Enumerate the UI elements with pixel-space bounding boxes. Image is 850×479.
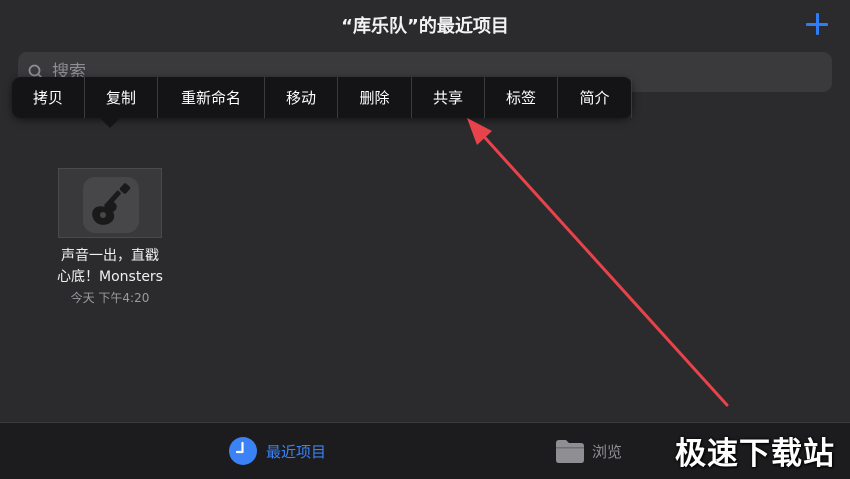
menu-item-move[interactable]: 移动: [265, 77, 338, 118]
plus-icon[interactable]: [806, 13, 828, 35]
app-icon: [83, 177, 139, 233]
tab-recent[interactable]: 最近项目: [228, 435, 326, 467]
menu-item-copy[interactable]: 拷贝: [12, 77, 85, 118]
page-title: “库乐队”的最近项目: [341, 16, 509, 37]
tab-recent-label: 最近项目: [266, 442, 327, 461]
menu-item-info[interactable]: 简介: [558, 77, 632, 118]
file-name-line-2: 心底！Monsters: [57, 269, 163, 285]
file-name-line-1: 声音一出，直戳: [61, 248, 159, 264]
menu-item-duplicate[interactable]: 复制: [85, 77, 158, 118]
menu-item-tags[interactable]: 标签: [485, 77, 558, 118]
menu-item-rename[interactable]: 重新命名: [158, 77, 265, 118]
context-menu: 拷贝 复制 重新命名 移动 删除 共享 标签 简介: [12, 77, 632, 128]
menu-pointer: [99, 117, 121, 128]
watermark-text: 极速下载站: [675, 436, 835, 472]
folder-icon: [556, 440, 584, 463]
tab-browse[interactable]: 浏览: [555, 435, 622, 467]
file-thumbnail[interactable]: [58, 168, 162, 238]
tab-browse-label: 浏览: [592, 442, 623, 461]
file-date: 今天 下午4:20: [70, 291, 150, 305]
clock-icon: [229, 437, 257, 465]
guitar-icon: [92, 183, 131, 225]
menu-item-delete[interactable]: 删除: [338, 77, 412, 118]
menu-item-share[interactable]: 共享: [412, 77, 485, 118]
file-name: 声音一出，直戳 心底！Monsters: [40, 246, 180, 288]
